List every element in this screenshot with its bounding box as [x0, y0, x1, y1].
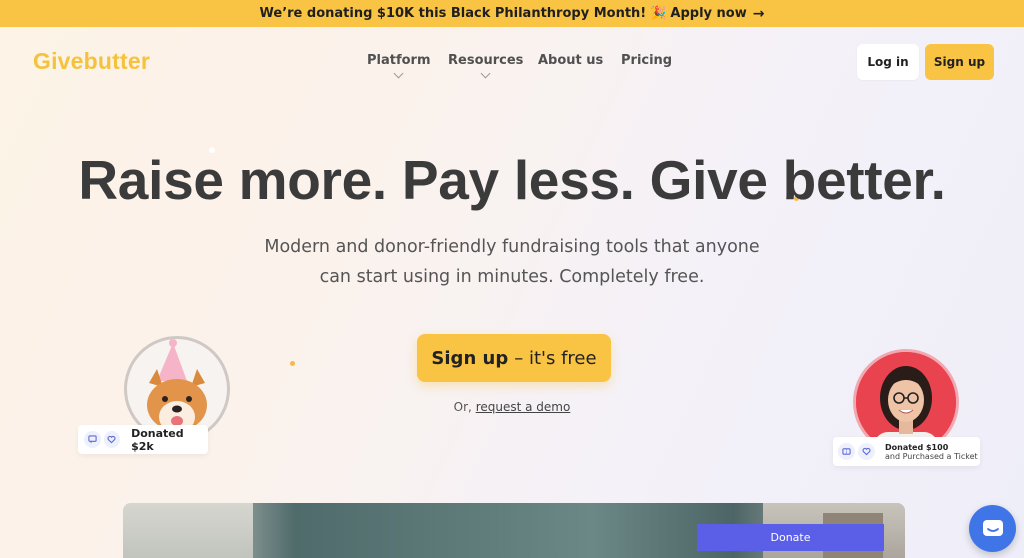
video-scene-left [123, 503, 253, 558]
donation-card-dog-text: Donated $2k [131, 426, 184, 453]
chat-icon [982, 519, 1003, 536]
announcement-banner[interactable]: We’re donating $10K this Black Philanthr… [0, 0, 1024, 27]
donation-card-woman-text: Donated $100 and Purchased a Ticket [885, 443, 978, 461]
party-popper-icon: 🎉 [650, 6, 667, 21]
nav-resources-label: Resources [448, 53, 524, 68]
signup-button[interactable]: Sign up [925, 44, 994, 80]
chevron-down-icon [393, 68, 404, 79]
banner-apply-link[interactable]: Apply now [670, 6, 746, 21]
demo-prefix: Or, [453, 400, 472, 414]
donation-card-woman: Donated $100 and Purchased a Ticket [833, 437, 980, 466]
donation-card-woman-line1: Donated $100 [885, 442, 949, 452]
nav-platform[interactable]: Platform [367, 53, 431, 79]
logo[interactable]: Givebutter [33, 48, 150, 75]
donation-card-woman-line2: and Purchased a Ticket [885, 451, 978, 461]
donation-card-dog: Donated $2k [78, 425, 208, 454]
hero-subtitle: Modern and donor-friendly fundraising to… [264, 237, 760, 287]
hero-signup-button[interactable]: Sign up – it's free [417, 334, 611, 382]
heart-icon [858, 443, 875, 460]
nav-platform-label: Platform [367, 53, 431, 68]
shiba-dog-illustration [147, 339, 207, 439]
nav-about-us-label: About us [538, 53, 604, 68]
request-demo-link[interactable]: request a demo [476, 400, 571, 414]
chat-launcher-button[interactable] [969, 505, 1016, 552]
comment-icon [84, 431, 101, 448]
banner-text: We’re donating $10K this Black Philanthr… [259, 6, 647, 21]
login-button[interactable]: Log in [857, 44, 919, 80]
arrow-right-icon: → [752, 5, 765, 22]
nav-pricing[interactable]: Pricing [621, 53, 672, 68]
donate-button[interactable]: Donate [697, 524, 884, 551]
hero-headline: Raise more. Pay less. Give better. [78, 149, 946, 211]
nav-resources[interactable]: Resources [448, 53, 524, 79]
chevron-down-icon [480, 68, 491, 79]
nav-pricing-label: Pricing [621, 53, 673, 68]
decorative-dot [290, 361, 295, 366]
cta-rest-label: – it's free [514, 347, 597, 369]
ticket-icon [838, 443, 855, 460]
nav-about-us[interactable]: About us [538, 53, 603, 68]
cta-bold-label: Sign up [431, 347, 509, 369]
heart-icon [103, 431, 121, 448]
